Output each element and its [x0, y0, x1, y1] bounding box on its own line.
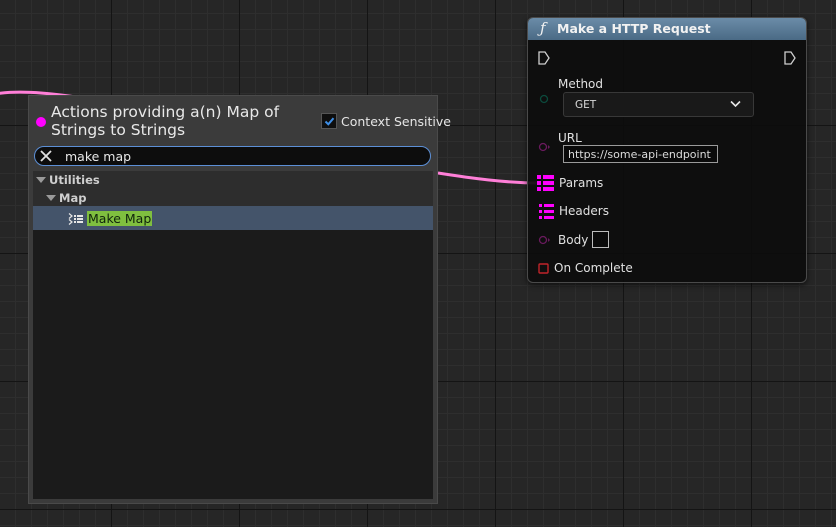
body-pin-icon[interactable]	[537, 235, 551, 245]
url-pin-icon[interactable]	[537, 142, 551, 152]
method-pin-icon[interactable]	[538, 94, 550, 104]
headers-map-pin-icon[interactable]	[539, 204, 554, 220]
checkmark-icon	[324, 117, 334, 126]
body-checkbox[interactable]	[592, 231, 609, 248]
params-map-pin-icon[interactable]	[537, 175, 554, 192]
tree-category-utilities[interactable]: Utilities	[33, 171, 433, 189]
exec-out-pin-icon[interactable]	[784, 51, 796, 65]
search-box[interactable]	[34, 146, 431, 166]
action-menu: Actions providing a(n) Map of Strings to…	[28, 95, 451, 504]
http-request-node[interactable]: ƒ Make a HTTP Request Method GET URL Par…	[527, 17, 807, 283]
headers-label: Headers	[559, 204, 609, 218]
exec-in-pin-icon[interactable]	[538, 51, 550, 65]
action-tree[interactable]: Utilities Map Make Map	[33, 171, 433, 499]
tree-subcategory-label: Map	[59, 191, 87, 205]
make-map-list-icon	[68, 213, 83, 225]
url-label: URL	[558, 131, 582, 145]
on-complete-pin-icon[interactable]	[538, 263, 549, 274]
tree-category-map[interactable]: Map	[33, 189, 433, 207]
function-icon: ƒ	[540, 19, 546, 37]
method-value: GET	[575, 99, 597, 111]
clear-search-icon[interactable]	[39, 149, 53, 163]
body-label: Body	[558, 233, 589, 247]
node-title: Make a HTTP Request	[557, 21, 711, 36]
search-input[interactable]	[65, 148, 415, 164]
tree-item-label: Make Map	[87, 211, 153, 226]
expand-arrow-icon[interactable]	[36, 177, 46, 183]
context-sensitive-toggle[interactable]: Context Sensitive	[321, 113, 451, 129]
action-menu-header: Actions providing a(n) Map of Strings to…	[29, 96, 451, 142]
method-dropdown[interactable]: GET	[563, 92, 754, 117]
method-label: Method	[558, 77, 604, 91]
map-pin-dot-icon	[36, 117, 46, 127]
chevron-down-icon	[730, 100, 741, 108]
node-header[interactable]: ƒ Make a HTTP Request	[528, 18, 806, 40]
url-input[interactable]	[563, 145, 718, 163]
action-menu-title: Actions providing a(n) Map of Strings to…	[51, 103, 280, 139]
expand-arrow-icon[interactable]	[46, 195, 56, 201]
wire-to-params	[437, 171, 541, 185]
on-complete-label: On Complete	[554, 261, 633, 275]
tree-item-make-map[interactable]: Make Map	[33, 206, 433, 230]
tree-category-label: Utilities	[49, 173, 100, 187]
params-label: Params	[559, 176, 604, 190]
context-sensitive-checkbox[interactable]	[321, 113, 337, 129]
context-sensitive-label: Context Sensitive	[341, 113, 451, 129]
